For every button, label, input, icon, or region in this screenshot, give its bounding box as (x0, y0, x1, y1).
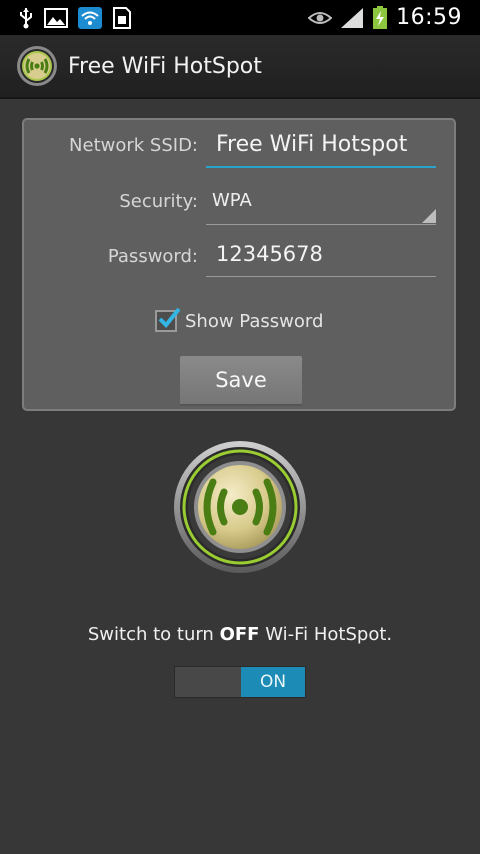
usb-icon (18, 7, 34, 29)
status-bar: 16:59 (0, 0, 480, 35)
security-dropdown[interactable]: WPA (206, 186, 436, 225)
eye-icon (308, 10, 333, 26)
switch-text-bold: OFF (219, 624, 260, 645)
switch-thumb-on: ON (241, 667, 305, 697)
ssid-input[interactable]: Free WiFi Hotspot (206, 130, 436, 168)
password-input[interactable]: 12345678 (206, 240, 436, 277)
status-clock: 16:59 (396, 5, 462, 30)
hotspot-switch[interactable]: ON (174, 666, 306, 698)
show-password-checkbox[interactable] (155, 307, 181, 332)
dropdown-arrow-icon (422, 209, 436, 223)
switch-text-prefix: Switch to turn (87, 624, 220, 645)
password-label: Password: (107, 246, 198, 267)
switch-instruction: Switch to turn OFF Wi-Fi HotSpot. (0, 624, 480, 645)
hotspot-power-icon (174, 441, 306, 573)
app-title: Free WiFi HotSpot (68, 53, 262, 79)
wifi-hotspot-notification-icon (78, 6, 102, 29)
ssid-label: Network SSID: (69, 135, 198, 156)
save-button[interactable]: Save (180, 356, 302, 406)
signal-icon (340, 7, 364, 29)
show-password-row[interactable]: Show Password (155, 307, 324, 332)
security-label: Security: (119, 191, 198, 212)
switch-text-suffix: Wi-Fi HotSpot. (259, 624, 393, 645)
action-bar: Free WiFi HotSpot (0, 35, 480, 99)
password-value: 12345678 (216, 242, 323, 266)
security-value: WPA (212, 190, 252, 211)
hotspot-toggle-button[interactable] (173, 440, 307, 574)
ssid-value: Free WiFi Hotspot (216, 132, 408, 157)
battery-charging-icon (372, 5, 388, 30)
image-notification-icon (44, 7, 68, 28)
hotspot-settings-panel: Network SSID: Free WiFi Hotspot Security… (22, 118, 456, 411)
sd-card-icon (112, 6, 132, 29)
hotspot-app-icon[interactable] (16, 45, 58, 87)
show-password-label: Show Password (185, 310, 324, 332)
checkmark-icon (158, 307, 181, 328)
